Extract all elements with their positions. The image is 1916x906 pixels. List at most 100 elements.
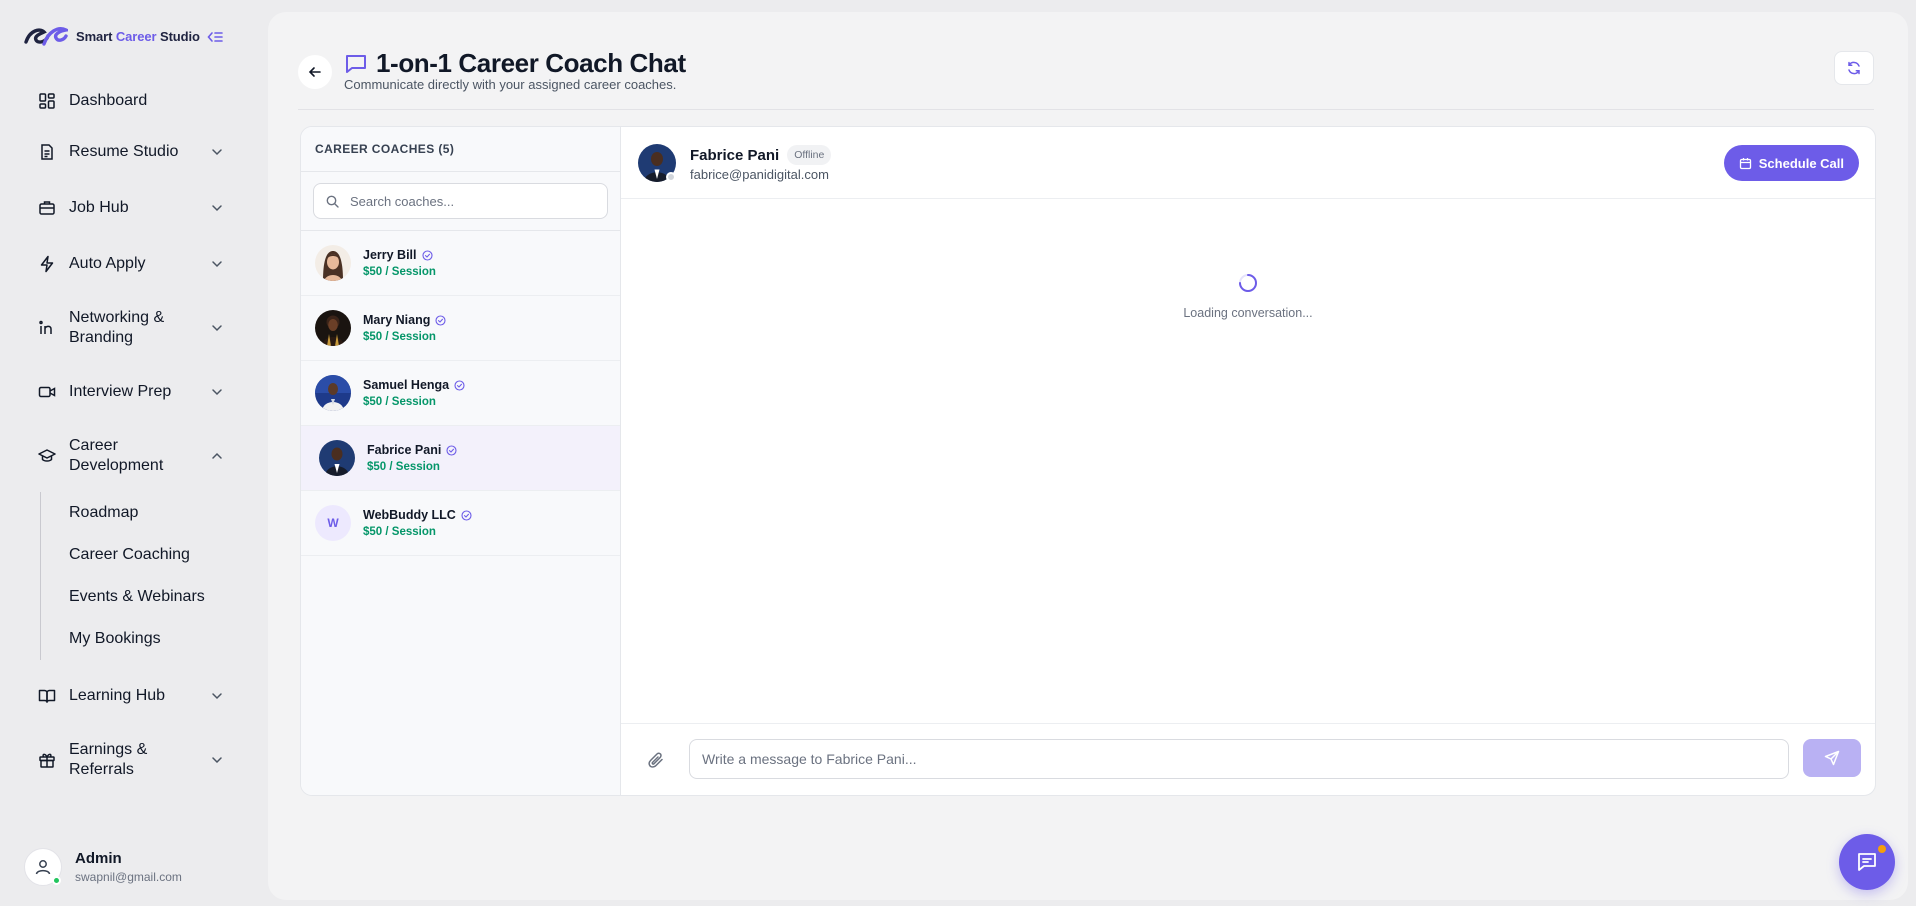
brand-logo[interactable]: Smart Career Studio xyxy=(24,22,200,50)
verified-check-icon xyxy=(421,249,433,261)
gift-icon xyxy=(39,753,55,768)
verified-check-icon xyxy=(435,314,446,326)
loading-state: Loading conversation... xyxy=(621,272,1875,320)
sidebar-item-earnings-referrals[interactable]: Earnings & Referrals xyxy=(24,724,234,796)
send-button[interactable] xyxy=(1803,739,1861,777)
page-title: 1-on-1 Career Coach Chat xyxy=(376,48,686,78)
chat-contact-email: fabrice@panidigital.com xyxy=(690,167,829,182)
sidebar-item-label: Networking & Branding xyxy=(69,309,165,346)
schedule-call-label: Schedule Call xyxy=(1758,155,1844,171)
profile-email: swapnil@gmail.com xyxy=(75,870,182,884)
search-icon xyxy=(326,195,339,208)
coach-price: $50 / Session xyxy=(363,266,436,278)
coach-name-text: Mary Niang xyxy=(363,313,431,327)
sidebar-item-label: Resume Studio xyxy=(69,143,179,160)
linkedin-icon xyxy=(39,320,52,334)
logo-mark-icon xyxy=(24,27,68,46)
user-icon xyxy=(35,860,51,875)
sidebar-item-learning-hub[interactable]: Learning Hub xyxy=(24,668,234,724)
coach-name: Fabrice Pani xyxy=(367,443,457,457)
sidebar-item-label: Interview Prep xyxy=(69,383,172,400)
verified-check-icon xyxy=(454,379,465,391)
sidebar-item-career-coaching[interactable]: Career Coaching xyxy=(41,534,234,576)
header-divider xyxy=(298,109,1874,110)
sidebar-nav: Dashboard Resume Studio Job Hub Auto App… xyxy=(24,78,234,828)
loading-text: Loading conversation... xyxy=(1183,306,1313,320)
coach-avatar xyxy=(319,440,355,476)
paperclip-icon[interactable] xyxy=(647,751,665,769)
chevron-up-icon xyxy=(212,452,222,459)
back-button[interactable] xyxy=(298,55,332,89)
coach-name-text: Jerry Bill xyxy=(363,248,417,262)
sidebar-item-job-hub[interactable]: Job Hub xyxy=(24,180,234,236)
sidebar-item-label: Career Development xyxy=(69,437,164,474)
calendar-icon xyxy=(1739,157,1751,169)
send-icon xyxy=(1824,750,1840,766)
coach-price: $50 / Session xyxy=(363,396,436,408)
avatar xyxy=(24,848,62,886)
coach-item-webbuddy-llc[interactable]: W WebBuddy LLC $50 / Session xyxy=(301,491,620,556)
page-subtitle: Communicate directly with your assigned … xyxy=(344,77,677,92)
message-input[interactable] xyxy=(689,739,1789,779)
sidebar-item-resume-studio[interactable]: Resume Studio xyxy=(24,124,234,180)
chat-contact-name: Fabrice Pani Offline xyxy=(690,145,832,165)
search-input[interactable] xyxy=(314,184,607,218)
schedule-call-button[interactable]: Schedule Call xyxy=(1723,145,1859,181)
support-chat-button[interactable] xyxy=(1839,834,1895,890)
coach-list-heading: CAREER COACHES (5) xyxy=(301,127,620,172)
chevron-down-icon xyxy=(212,757,222,764)
coach-price: $50 / Session xyxy=(363,526,436,538)
coach-item-fabrice-pani[interactable]: Fabrice Pani $50 / Session xyxy=(301,426,620,491)
page-header: 1-on-1 Career Coach Chat xyxy=(344,48,686,79)
arrow-left-icon xyxy=(308,67,321,77)
coach-name-text: Fabrice Pani xyxy=(367,443,442,457)
coach-price: $50 / Session xyxy=(363,331,436,343)
coach-avatar-initial: W xyxy=(315,505,351,541)
refresh-button[interactable] xyxy=(1834,51,1874,85)
sidebar: Smart Career Studio Dashboard Resume Stu… xyxy=(0,0,266,906)
coach-item-samuel-henga[interactable]: Samuel Henga $50 / Session xyxy=(301,361,620,426)
coach-name: Mary Niang xyxy=(363,313,446,327)
message-composer xyxy=(621,723,1875,795)
profile-name: Admin xyxy=(75,850,122,867)
sidebar-item-career-development[interactable]: Career Development xyxy=(24,420,234,492)
verified-check-icon xyxy=(446,444,457,456)
chat-header: Fabrice Pani Offline fabrice@panidigital… xyxy=(621,127,1875,199)
sidebar-item-label: Learning Hub xyxy=(69,687,166,704)
sidebar-item-label: Job Hub xyxy=(69,199,129,216)
chevron-down-icon xyxy=(212,149,222,156)
sidebar-item-interview-prep[interactable]: Interview Prep xyxy=(24,364,234,420)
brand-name: Smart Career Studio xyxy=(76,28,200,44)
sidebar-item-events-webinars[interactable]: Events & Webinars xyxy=(41,576,234,618)
coach-search xyxy=(313,183,608,219)
collapse-sidebar-icon[interactable] xyxy=(206,28,224,46)
coach-avatar xyxy=(315,245,351,281)
chat-card: CAREER COACHES (5) Jerry Bill $50 / Sess… xyxy=(300,126,1876,796)
dashboard-icon xyxy=(39,93,55,109)
sidebar-item-auto-apply[interactable]: Auto Apply xyxy=(24,236,234,292)
sidebar-item-label: Auto Apply xyxy=(69,255,146,272)
coach-item-mary-niang[interactable]: Mary Niang $50 / Session xyxy=(301,296,620,361)
sidebar-item-label: Dashboard xyxy=(69,92,148,109)
sidebar-item-roadmap[interactable]: Roadmap xyxy=(41,492,234,534)
coach-item-jerry-bill[interactable]: Jerry Bill $50 / Session xyxy=(301,231,620,296)
coach-search-wrap xyxy=(301,172,620,231)
coach-name: Samuel Henga xyxy=(363,378,465,392)
sidebar-item-my-bookings[interactable]: My Bookings xyxy=(41,618,234,660)
lightning-icon xyxy=(40,255,54,273)
chat-contact-name-text: Fabrice Pani xyxy=(690,146,780,164)
career-development-submenu: Roadmap Career Coaching Events & Webinar… xyxy=(40,492,234,660)
coach-price: $50 / Session xyxy=(367,461,440,473)
coach-avatar xyxy=(315,375,351,411)
coach-name-text: Samuel Henga xyxy=(363,378,450,392)
sidebar-item-dashboard[interactable]: Dashboard xyxy=(24,78,234,124)
chat-bubble-icon xyxy=(1858,853,1876,871)
user-profile[interactable]: Admin swapnil@gmail.com xyxy=(24,848,182,886)
coach-avatar xyxy=(315,310,351,346)
video-icon xyxy=(38,386,56,398)
main-panel: 1-on-1 Career Coach Chat Communicate dir… xyxy=(268,12,1908,900)
sidebar-item-networking-branding[interactable]: Networking & Branding xyxy=(24,292,234,364)
coach-list-panel: CAREER COACHES (5) Jerry Bill $50 / Sess… xyxy=(301,127,621,795)
coach-name-text: WebBuddy LLC xyxy=(363,508,456,522)
online-status-dot xyxy=(52,876,61,885)
